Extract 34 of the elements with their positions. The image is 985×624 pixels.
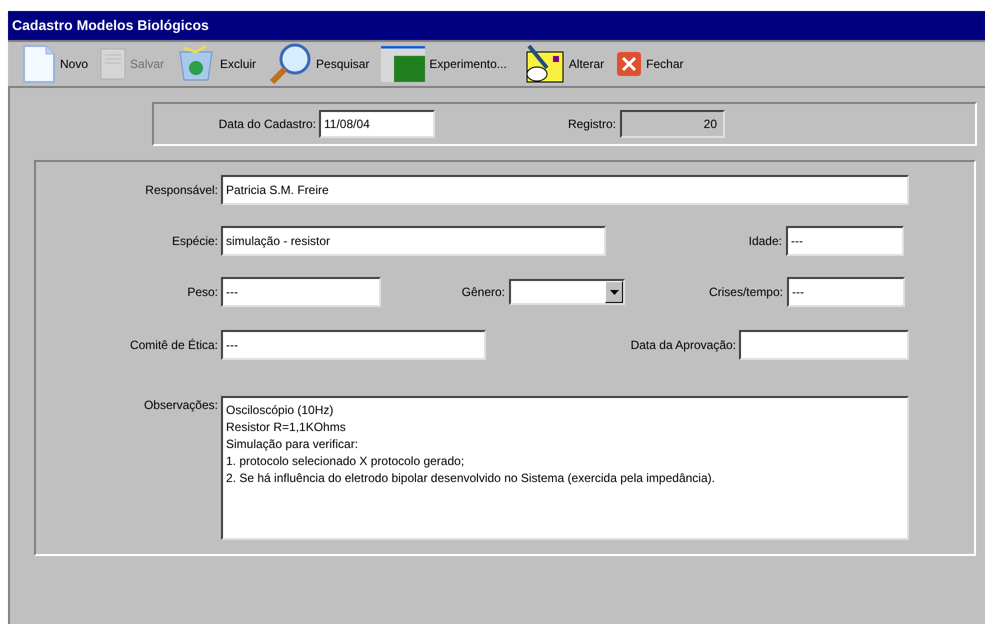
text-field[interactable]: --- xyxy=(787,277,905,307)
field-label: Idade: xyxy=(748,233,783,250)
registro-field[interactable]: 20 xyxy=(620,110,725,138)
field-label: Espécie: xyxy=(170,233,219,250)
field-label: Data do Cadastro: xyxy=(218,116,317,133)
document-icon xyxy=(22,44,56,84)
field-label: Responsável: xyxy=(144,182,219,199)
close-icon xyxy=(616,51,642,77)
field-label: Observações: xyxy=(142,397,219,414)
save-icon xyxy=(100,48,126,80)
observations-area[interactable]: Osciloscópio (10Hz) Resistor R=1,1KOhms Simulação para verificar: 1. protocolo selecionado X protocolo gerado; 2. Se há influência do eletrodo bipolar desenvolvido no Sistema (exercida pela impedância). xyxy=(221,396,909,540)
toolbar-button[interactable]: Alterar xyxy=(514,42,608,86)
field-label: Gênero: xyxy=(460,284,506,301)
toolbar-button[interactable]: Novo xyxy=(18,42,92,86)
text-field[interactable]: --- xyxy=(786,226,904,256)
window-title: Cadastro Modelos Biológicos xyxy=(12,16,209,35)
window-icon xyxy=(381,46,426,82)
gender-dropdown[interactable] xyxy=(509,279,625,305)
toolbar-button[interactable]: Pesquisar xyxy=(264,42,374,86)
toolbar-button[interactable]: Fechar xyxy=(612,42,688,86)
text-field[interactable]: simulação - resistor xyxy=(221,226,606,256)
field-label: Registro: xyxy=(566,116,617,133)
field-label: Data da Aprovação: xyxy=(630,337,737,354)
toolbar-button[interactable]: Excluir xyxy=(172,42,260,86)
text-field[interactable]: --- xyxy=(221,277,381,307)
approval-date-field[interactable] xyxy=(739,330,909,360)
toolbar-button[interactable]: Experimento... xyxy=(377,42,511,86)
search-icon xyxy=(268,42,312,86)
text-field[interactable]: --- xyxy=(221,330,486,360)
field-label: Crises/tempo: xyxy=(708,284,784,301)
field-label: Comitê de Ética: xyxy=(128,337,219,354)
date-field[interactable]: 11/08/04 xyxy=(319,110,435,138)
field-label: Peso: xyxy=(186,284,219,301)
text-field[interactable]: Patricia S.M. Freire xyxy=(221,175,909,205)
